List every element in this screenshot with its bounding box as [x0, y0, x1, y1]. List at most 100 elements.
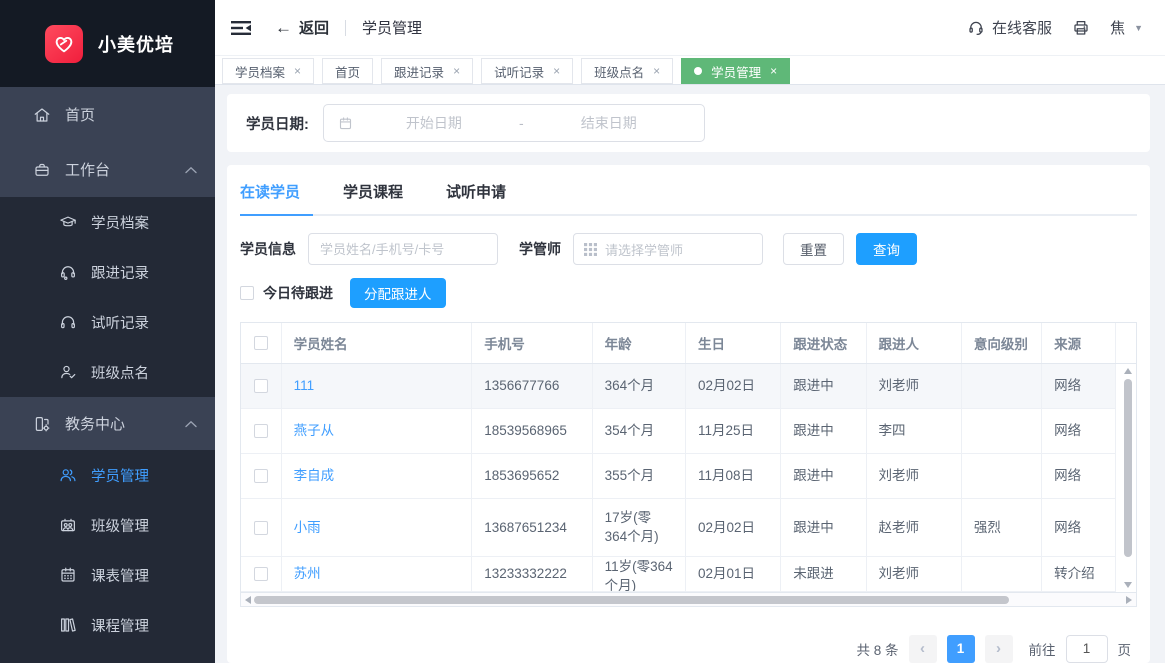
headset-mic-icon [59, 263, 77, 281]
student-name-link[interactable]: 111 [294, 378, 315, 393]
tab-chip-student-management[interactable]: 学员管理 × [681, 58, 790, 84]
back-button[interactable]: ← 返回 [275, 17, 329, 38]
sidebar-item-student-management[interactable]: 学员管理 [0, 450, 215, 500]
sidebar-item-label: 教务中心 [65, 413, 125, 434]
cell-follower: 刘老师 [866, 556, 961, 591]
student-panel: 在读学员 学员课程 试听申请 学员信息 学管师 请选择学管师 重置 查询 [227, 165, 1150, 663]
scroll-down-icon[interactable] [1124, 582, 1132, 588]
student-info-label: 学员信息 [240, 239, 296, 259]
sidebar-item-course-management[interactable]: 课程管理 [0, 600, 215, 650]
chip-label: 首页 [335, 62, 360, 81]
row-checkbox[interactable] [254, 469, 268, 483]
online-service-button[interactable]: 在线客服 [967, 17, 1052, 38]
close-icon[interactable]: × [294, 65, 301, 77]
sidebar-item-label: 首页 [65, 104, 95, 125]
tab-chip-home[interactable]: 首页 [322, 58, 373, 84]
cell-age: 354个月 [592, 408, 685, 453]
chip-label: 学员管理 [711, 62, 761, 81]
date-separator: - [515, 115, 528, 131]
tab-chip-student-archives[interactable]: 学员档案 × [222, 58, 314, 84]
close-icon[interactable]: × [653, 65, 660, 77]
scroll-up-icon[interactable] [1124, 368, 1132, 374]
sidebar: 小美优培 首页 工作台 学员档案 跟进记录 试听记录 班级点名 [0, 0, 215, 663]
today-follow-checkbox[interactable] [240, 286, 254, 300]
row-checkbox[interactable] [254, 567, 268, 581]
cell-status: 跟进中 [781, 363, 866, 408]
print-button[interactable] [1072, 19, 1090, 37]
date-range-picker[interactable]: 开始日期 - 结束日期 [323, 104, 705, 142]
next-page-button[interactable]: › [985, 635, 1013, 663]
back-label: 返回 [299, 17, 329, 38]
cell-intention [961, 556, 1041, 591]
active-tab-underline [240, 214, 313, 216]
assign-follower-button[interactable]: 分配跟进人 [350, 278, 446, 308]
start-date-placeholder: 开始日期 [353, 113, 515, 133]
scroll-right-icon[interactable] [1126, 596, 1132, 604]
vertical-scroll-thumb[interactable] [1124, 379, 1132, 557]
sidebar-item-home[interactable]: 首页 [0, 87, 215, 142]
scroll-left-icon[interactable] [245, 596, 251, 604]
student-name-link[interactable]: 苏州 [294, 566, 321, 581]
row-checkbox[interactable] [254, 424, 268, 438]
tab-chips-bar: 学员档案 × 首页 跟进记录 × 试听记录 × 班级点名 × 学员管理 × [215, 56, 1165, 85]
student-name-link[interactable]: 李自成 [294, 468, 335, 483]
tab-chip-audition-records[interactable]: 试听记录 × [481, 58, 573, 84]
sidebar-item-class-management[interactable]: 班级管理 [0, 500, 215, 550]
grid-icon [584, 243, 597, 256]
row-checkbox[interactable] [254, 379, 268, 393]
cell-source: 网络 [1042, 453, 1116, 498]
chip-label: 班级点名 [594, 62, 644, 81]
documents-gear-icon [33, 415, 51, 433]
home-icon [33, 106, 51, 124]
cell-intention: 强烈 [961, 498, 1041, 556]
tab-audition-applications[interactable]: 试听申请 [446, 181, 506, 202]
query-button[interactable]: 查询 [856, 233, 917, 265]
sidebar-item-audition-records[interactable]: 试听记录 [0, 297, 215, 347]
cell-birthday: 02月02日 [685, 498, 780, 556]
user-menu[interactable]: 焦 ▼ [1110, 17, 1143, 38]
table-header-row: 学员姓名 手机号 年龄 生日 跟进状态 跟进人 意向级别 来源 [241, 323, 1136, 363]
class-group-icon [59, 516, 77, 534]
sidebar-item-timetable-management[interactable]: 课表管理 [0, 550, 215, 600]
tab-chip-follow-records[interactable]: 跟进记录 × [381, 58, 473, 84]
panel-tabs: 在读学员 学员课程 试听申请 [240, 181, 1137, 216]
row-checkbox[interactable] [254, 521, 268, 535]
sidebar-item-academic-center[interactable]: 教务中心 [0, 397, 215, 450]
student-search-input[interactable] [308, 233, 498, 265]
col-header-follower: 跟进人 [866, 323, 961, 363]
reset-button[interactable]: 重置 [783, 233, 844, 265]
sidebar-item-class-rollcall[interactable]: 班级点名 [0, 347, 215, 397]
table-row: 小雨 13687651234 17岁(零364个月) 02月02日 跟进中 赵老… [241, 498, 1136, 556]
topbar-right: 在线客服 焦 ▼ [967, 17, 1143, 38]
chip-label: 试听记录 [494, 62, 544, 81]
chip-label: 学员档案 [235, 62, 285, 81]
prev-page-button[interactable]: ‹ [909, 635, 937, 663]
sidebar-item-student-archives[interactable]: 学员档案 [0, 197, 215, 247]
person-check-icon [59, 363, 77, 381]
cell-status: 跟进中 [781, 408, 866, 453]
sidebar-item-follow-records[interactable]: 跟进记录 [0, 247, 215, 297]
student-name-link[interactable]: 小雨 [294, 520, 321, 535]
goto-page-input[interactable] [1066, 635, 1108, 663]
cell-source: 网络 [1042, 363, 1116, 408]
close-icon[interactable]: × [770, 65, 777, 77]
cell-follower: 李四 [866, 408, 961, 453]
cell-phone: 1356677766 [472, 363, 592, 408]
tab-student-courses[interactable]: 学员课程 [343, 181, 403, 202]
online-service-label: 在线客服 [992, 17, 1052, 38]
cell-follower: 刘老师 [866, 453, 961, 498]
manager-select[interactable]: 请选择学管师 [573, 233, 763, 265]
sidebar-item-label: 课表管理 [91, 565, 149, 586]
current-page-button[interactable]: 1 [947, 635, 975, 663]
chip-label: 跟进记录 [394, 62, 444, 81]
sidebar-item-workbench[interactable]: 工作台 [0, 142, 215, 197]
tab-chip-class-rollcall[interactable]: 班级点名 × [581, 58, 673, 84]
collapse-sidebar-icon[interactable] [231, 20, 253, 36]
select-all-checkbox[interactable] [254, 336, 268, 350]
close-icon[interactable]: × [453, 65, 460, 77]
cell-age: 17岁(零364个月) [592, 498, 685, 556]
horizontal-scroll-thumb[interactable] [254, 596, 1009, 604]
student-name-link[interactable]: 燕子从 [294, 423, 335, 438]
close-icon[interactable]: × [553, 65, 560, 77]
tab-enrolled-students[interactable]: 在读学员 [240, 181, 300, 202]
